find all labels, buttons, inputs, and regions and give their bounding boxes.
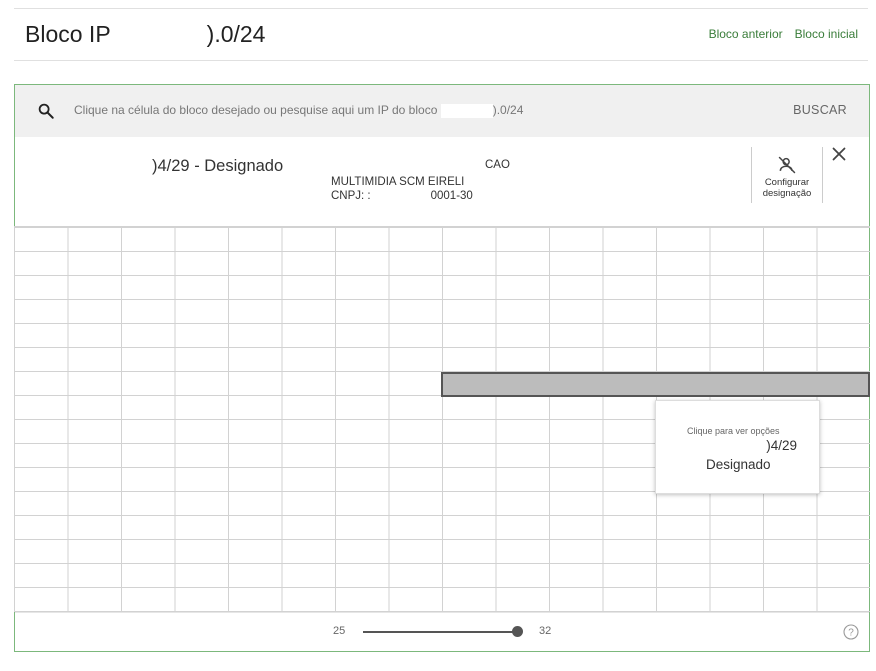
detail-title: )4/29 - Designado [152, 157, 284, 175]
search-bar[interactable]: Clique na célula do bloco desejado ou pe… [15, 85, 869, 137]
previous-block-link[interactable]: Bloco anterior [709, 27, 783, 41]
cell-tooltip[interactable]: Clique para ver opções )4/29 Designado [655, 400, 820, 494]
page-title: Bloco IP ).0/24 [25, 21, 265, 48]
slider-min-label: 25 [333, 625, 346, 637]
mask-slider-bar: 25 32 ? [15, 612, 869, 651]
tooltip-status: Designado [706, 457, 771, 472]
close-icon[interactable] [832, 147, 846, 161]
cnpj-suffix: 0001-30 [430, 190, 473, 202]
designation-detail: )4/29 - Designado MULTIMIDIA SCM EIRELI … [15, 137, 869, 227]
search-block-suffix: ).0/24 [492, 103, 524, 117]
cnpj-prefix: CNPJ: : [331, 190, 371, 202]
title-suffix: ).0/24 [206, 21, 266, 47]
search-icon[interactable] [37, 102, 55, 120]
configure-label-line1: Configurar [764, 177, 810, 188]
owner-name: MULTIMIDIA SCM EIRELI [331, 176, 465, 188]
title-prefix: Bloco IP [25, 21, 111, 47]
initial-block-link[interactable]: Bloco inicial [795, 27, 858, 41]
svg-text:?: ? [848, 628, 854, 639]
configure-label-line2: designação [762, 188, 812, 199]
person-off-icon [778, 156, 796, 174]
owner-info: MULTIMIDIA SCM EIRELI CNPJ: : 0001-30 [331, 175, 473, 203]
slider-max-label: 32 [539, 625, 552, 637]
tooltip-address: )4/29 [766, 438, 797, 453]
page-header: Bloco IP ).0/24 Bloco anterior Bloco inic… [14, 9, 868, 61]
configure-designation-button[interactable]: Configurar designação [751, 147, 823, 203]
selected-block-cell[interactable] [441, 372, 870, 397]
header-nav: Bloco anterior Bloco inicial [709, 27, 858, 41]
slider-track[interactable] [363, 631, 519, 633]
search-input[interactable]: Clique na célula do bloco desejado ou pe… [74, 103, 523, 118]
search-placeholder: Clique na célula do bloco desejado ou pe… [74, 103, 438, 117]
search-button[interactable]: BUSCAR [793, 103, 847, 117]
slider-thumb[interactable] [512, 626, 523, 637]
owner-tag: CAO [485, 159, 510, 171]
tooltip-hint: Clique para ver opções [687, 426, 780, 436]
block-panel: Clique na célula do bloco desejado ou pe… [14, 84, 870, 652]
help-icon[interactable]: ? [843, 624, 859, 640]
search-redaction [440, 103, 493, 118]
